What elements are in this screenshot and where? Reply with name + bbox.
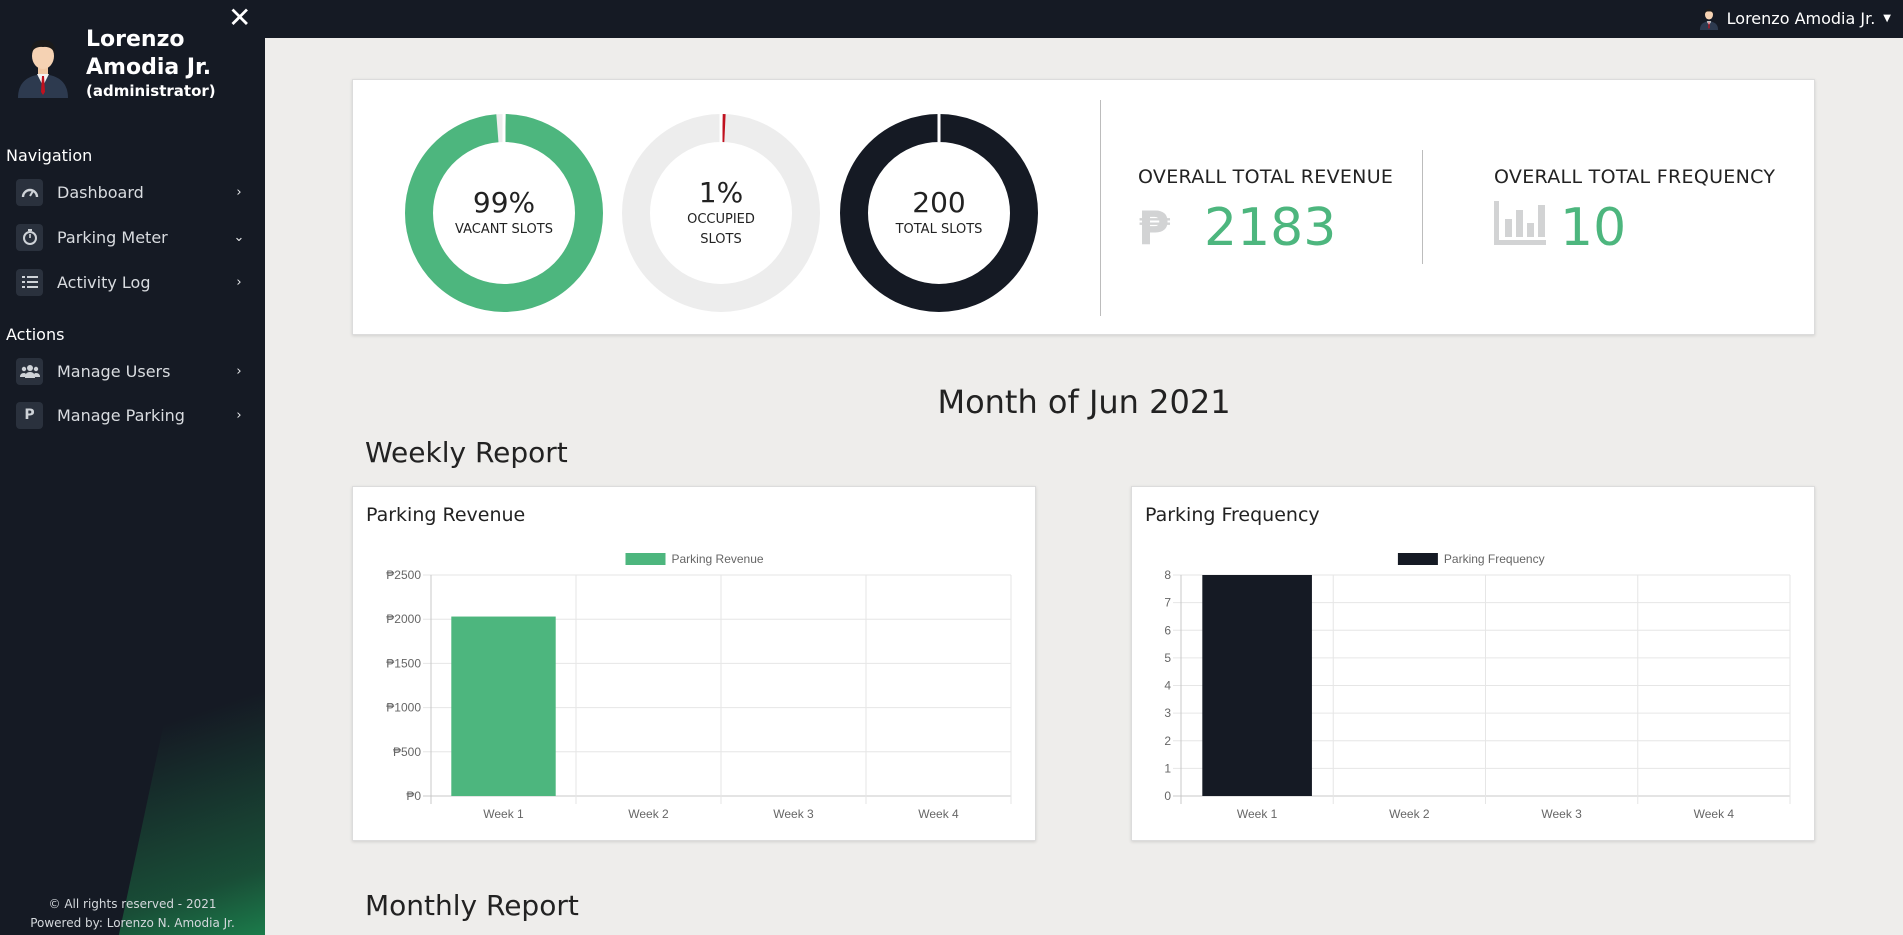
- overall-frequency-title: OVERALL TOTAL FREQUENCY: [1494, 166, 1776, 188]
- sidebar-item-dashboard[interactable]: Dashboard ›: [16, 175, 246, 209]
- parking-frequency-chart-card: Parking Frequency Parking Frequency 0 1 2 3 4…: [1131, 486, 1815, 841]
- x-tick-label: Week 3: [1541, 807, 1582, 821]
- total-slots-donut: 200 TOTAL SLOTS: [840, 114, 1038, 312]
- sidebar-item-parking-meter[interactable]: Parking Meter ⌄: [16, 220, 246, 254]
- x-tick-label: Week 2: [628, 807, 669, 821]
- chevron-right-icon: ›: [236, 363, 242, 379]
- sidebar-item-label: Manage Users: [57, 361, 171, 381]
- y-tick-label: ₱1000: [386, 701, 421, 715]
- monthly-report-title: Monthly Report: [365, 889, 579, 922]
- y-tick-label: 1: [1164, 761, 1171, 775]
- y-tick-label: 7: [1164, 596, 1171, 610]
- vacant-slots-value: 99%: [472, 186, 536, 219]
- legend-swatch: [1397, 553, 1438, 565]
- x-tick-label: Week 4: [1694, 807, 1735, 821]
- y-tick-label: 3: [1164, 706, 1171, 720]
- navigation-heading: Navigation: [6, 146, 93, 165]
- y-tick-label: 2: [1164, 734, 1171, 748]
- user-avatar-icon: [1699, 8, 1718, 30]
- actions-heading: Actions: [6, 325, 65, 344]
- total-slots-label: TOTAL SLOTS: [895, 222, 983, 237]
- profile-name: Lorenzo Amodia Jr.: [86, 27, 212, 80]
- profile: Lorenzo Amodia Jr. (administrator): [16, 26, 236, 100]
- y-tick-label: ₱0: [406, 789, 421, 803]
- parking-frequency-chart: Parking Frequency 0 1 2 3 4 5 6 7 8 Week 1 Week 2 We…: [1164, 552, 1791, 821]
- sidebar-decoration: [110, 555, 265, 935]
- parking-revenue-chart: Parking Revenue ₱0 ₱500 ₱1000 ₱1500 ₱2000 ₱250…: [386, 552, 1012, 821]
- sidebar-item-manage-users[interactable]: Manage Users ›: [16, 354, 246, 388]
- profile-role: (administrator): [86, 82, 216, 100]
- overall-revenue-title: OVERALL TOTAL REVENUE: [1138, 166, 1394, 188]
- sidebar-item-label: Activity Log: [57, 272, 151, 292]
- vacant-slots-donut: 99% VACANT SLOTS: [405, 114, 603, 312]
- sidebar-item-activity-log[interactable]: Activity Log ›: [16, 265, 246, 299]
- occupied-slots-label: OCCUPIED SLOTS: [687, 212, 755, 247]
- x-tick-label: Week 1: [1237, 807, 1278, 821]
- y-tick-label: ₱2500: [386, 568, 421, 582]
- sidebar-item-manage-parking[interactable]: P Manage Parking ›: [16, 398, 246, 432]
- y-tick-label: ₱2000: [386, 612, 421, 626]
- list-icon: [16, 268, 43, 296]
- legend-swatch: [625, 553, 666, 565]
- users-icon: [16, 357, 43, 385]
- chevron-right-icon: ›: [236, 407, 242, 423]
- legend-label: Parking Revenue: [672, 552, 764, 566]
- total-slots-value: 200: [912, 186, 966, 219]
- stats-divider: [1100, 100, 1101, 316]
- powered-by-text: Powered by: Lorenzo N. Amodia Jr.: [30, 916, 235, 930]
- y-tick-label: 5: [1164, 651, 1171, 665]
- y-tick-label: ₱1500: [386, 656, 421, 670]
- month-title: Month of Jun 2021: [937, 383, 1231, 421]
- sidebar-footer: © All rights reserved - 2021 Powered by:…: [0, 895, 265, 935]
- gauge-icon: [16, 178, 43, 206]
- overall-frequency-value: 10: [1560, 198, 1627, 258]
- x-tick-label: Week 3: [773, 807, 814, 821]
- weekly-report-title: Weekly Report: [365, 436, 568, 469]
- chevron-right-icon: ›: [236, 274, 242, 290]
- parking-icon: P: [16, 401, 43, 429]
- copyright-text: © All rights reserved - 2021: [48, 897, 217, 911]
- top-navbar: Lorenzo Amodia Jr. ▼: [265, 0, 1903, 38]
- bar-chart-icon: [1494, 200, 1550, 256]
- legend-label: Parking Frequency: [1444, 552, 1545, 566]
- stopwatch-icon: [16, 223, 43, 251]
- user-avatar-icon: [18, 40, 68, 98]
- y-tick-label: 6: [1164, 623, 1171, 637]
- overall-revenue-stat: OVERALL TOTAL REVENUE ₱ 2183: [1138, 166, 1393, 256]
- sidebar-item-label: Manage Parking: [57, 405, 185, 425]
- y-tick-label: 8: [1164, 568, 1171, 582]
- chevron-right-icon: ›: [236, 184, 242, 200]
- x-tick-label: Week 2: [1389, 807, 1430, 821]
- bar: [1202, 575, 1312, 796]
- stats-divider: [1422, 150, 1423, 264]
- parking-revenue-chart-card: Parking Revenue Parking Revenue ₱0 ₱500 ₱10…: [352, 486, 1036, 841]
- y-tick-label: 0: [1164, 789, 1171, 803]
- sidebar-item-label: Dashboard: [57, 182, 144, 202]
- peso-icon: ₱: [1138, 201, 1171, 255]
- chevron-down-icon: ⌄: [233, 229, 245, 245]
- vacant-slots-label: VACANT SLOTS: [455, 222, 553, 237]
- user-menu-name: Lorenzo Amodia Jr.: [1726, 8, 1876, 28]
- y-tick-label: ₱500: [393, 745, 421, 759]
- caret-down-icon: ▼: [1883, 12, 1891, 24]
- sidebar: ✕ Lorenzo Amodia Jr. (administrator) Nav…: [0, 0, 265, 935]
- sidebar-item-label: Parking Meter: [57, 227, 168, 247]
- bar: [451, 616, 556, 796]
- x-tick-label: Week 4: [918, 807, 959, 821]
- occupied-slots-donut: 1% OCCUPIED SLOTS: [622, 114, 820, 312]
- overall-revenue-value: 2183: [1204, 198, 1337, 258]
- x-tick-label: Week 1: [483, 807, 524, 821]
- user-menu-dropdown[interactable]: Lorenzo Amodia Jr. ▼: [1699, 6, 1891, 30]
- slots-summary-card: 99% VACANT SLOTS 1% OCCUPIED SLOTS 200 T…: [352, 79, 1815, 335]
- overall-frequency-stat: OVERALL TOTAL FREQUENCY 10: [1494, 166, 1775, 256]
- y-tick-label: 4: [1164, 679, 1171, 693]
- occupied-slots-value: 1%: [698, 176, 744, 209]
